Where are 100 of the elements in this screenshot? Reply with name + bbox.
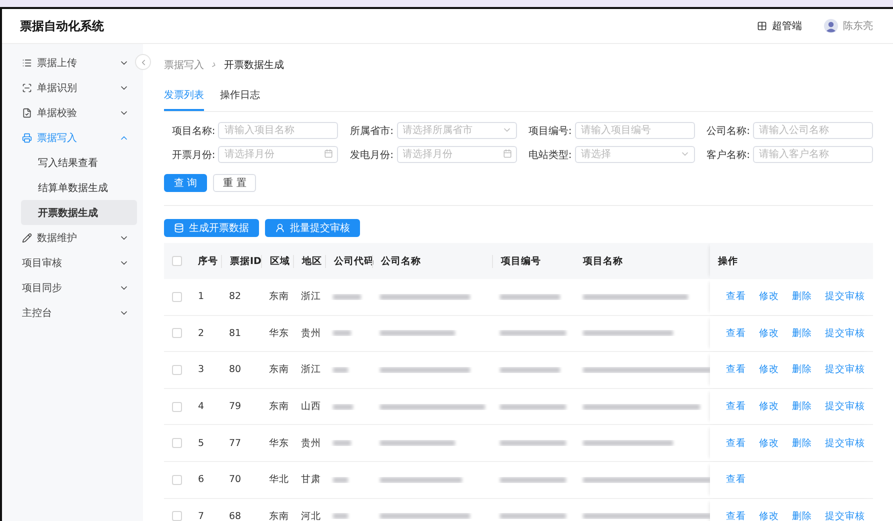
calendar-icon [502, 149, 512, 158]
collapse-icon[interactable] [135, 54, 151, 70]
sidebar-item[interactable]: 数据维护 [2, 225, 143, 250]
field-label: 项目编号: [528, 124, 572, 138]
action-link[interactable]: 提交审核 [825, 326, 865, 340]
select-field[interactable]: 请选择 [574, 146, 695, 163]
table-cell-text: 82 [228, 291, 242, 302]
column-header: 项目编号 [492, 254, 575, 268]
blurred-text [333, 366, 348, 373]
action-link[interactable]: 查看 [726, 473, 746, 486]
blurred-text [500, 404, 566, 410]
submit-button[interactable]: 批量提交审核 [265, 219, 360, 237]
column-header: 区域 [261, 254, 293, 268]
checkbox[interactable] [172, 256, 182, 266]
action-link[interactable]: 查看 [726, 363, 746, 376]
table-cell-text: 山西 [300, 400, 322, 414]
blurred-text [500, 366, 560, 373]
user-name: 陈东亮 [843, 20, 873, 33]
tab[interactable]: 发票列表 [164, 88, 204, 111]
checkbox[interactable] [172, 511, 182, 521]
sidebar-subitem[interactable]: 结算单数据生成 [21, 175, 137, 200]
table-cell-text: 贵州 [300, 436, 322, 450]
table-cell-text: 浙江 [300, 290, 322, 304]
action-link[interactable]: 修改 [759, 290, 779, 304]
action-link[interactable]: 删除 [792, 326, 812, 340]
action-link[interactable]: 提交审核 [825, 400, 865, 414]
action-link[interactable]: 删除 [792, 510, 812, 521]
table-cell-text: 东南 [268, 363, 290, 376]
action-link[interactable]: 删除 [792, 436, 812, 450]
blurred-text [500, 294, 560, 300]
table-cell-text: 华东 [268, 436, 290, 450]
table-cell-text: 河北 [300, 510, 322, 521]
action-link[interactable]: 查看 [726, 510, 746, 521]
role-label[interactable]: 超管端 [772, 19, 802, 33]
sidebar-subitem[interactable]: 开票数据生成 [21, 200, 137, 225]
sidebar-item[interactable]: 单据校验 [2, 100, 143, 125]
input-field[interactable]: 请输入项目编号 [574, 122, 695, 139]
sidebar-item[interactable]: 项目审核 [2, 250, 143, 275]
action-link[interactable]: 修改 [759, 326, 779, 340]
table-cell-text: 68 [228, 510, 242, 521]
field-label: 公司名称: [706, 124, 750, 138]
column-header: 地区 [293, 254, 325, 268]
input-field[interactable]: 请输入公司名称 [753, 122, 873, 139]
column-header: 操作 [716, 254, 738, 268]
action-link[interactable]: 查看 [726, 326, 746, 340]
action-link[interactable]: 查看 [726, 290, 746, 304]
query-button[interactable]: 查 询 [164, 174, 208, 192]
action-link[interactable]: 修改 [759, 510, 779, 521]
breadcrumb-item: 开票数据生成 [224, 58, 284, 72]
table-cell-text: 贵州 [300, 326, 322, 340]
sidebar-subitem[interactable]: 写入结果查看 [21, 150, 137, 175]
action-link[interactable]: 提交审核 [825, 510, 865, 521]
table-cell-text: 1 [197, 291, 206, 302]
checkbox[interactable] [172, 402, 182, 412]
action-link[interactable]: 提交审核 [825, 363, 865, 376]
action-link[interactable]: 查看 [726, 436, 746, 450]
blurred-text [500, 513, 566, 520]
sidebar-item[interactable]: 单据识别 [2, 75, 143, 100]
action-link[interactable]: 修改 [759, 436, 779, 450]
action-link[interactable]: 查看 [726, 400, 746, 414]
action-link[interactable]: 删除 [792, 363, 812, 376]
checkbox[interactable] [172, 364, 182, 375]
column-header: 序号 [197, 254, 219, 268]
blurred-text [500, 440, 566, 446]
checkbox[interactable] [172, 474, 182, 485]
column-header: 票据ID [221, 254, 261, 268]
action-link[interactable]: 提交审核 [825, 290, 865, 304]
action-link[interactable]: 修改 [759, 363, 779, 376]
breadcrumb-item[interactable]: 票据写入 [164, 58, 204, 72]
table-cell-text: 4 [197, 401, 206, 412]
table-cell-text: 70 [228, 474, 242, 486]
action-link[interactable]: 删除 [792, 290, 812, 304]
app-title: 票据自动化系统 [20, 18, 104, 34]
action-link[interactable]: 删除 [792, 400, 812, 414]
action-link[interactable]: 提交审核 [825, 436, 865, 450]
field-label: 电站类型: [528, 148, 572, 162]
avatar-icon[interactable] [824, 19, 838, 33]
input-field[interactable]: 请输入客户名称 [753, 146, 873, 163]
table-cell-text: 东南 [268, 290, 290, 304]
checkbox[interactable] [172, 328, 182, 338]
sidebar-item[interactable]: 项目同步 [2, 275, 143, 300]
column-header: 公司名称 [372, 254, 492, 268]
select-field[interactable]: 请选择所属省市 [396, 122, 516, 139]
date-picker[interactable]: 请选择月份 [396, 146, 516, 163]
reset-button[interactable]: 重 置 [213, 174, 256, 192]
checkbox[interactable] [172, 292, 182, 302]
database-icon [174, 223, 184, 233]
table-cell-text: 80 [228, 364, 242, 376]
action-link[interactable]: 修改 [759, 400, 779, 414]
date-picker[interactable]: 请选择月份 [218, 146, 338, 163]
blurred-text [500, 476, 566, 483]
tab[interactable]: 操作日志 [220, 88, 260, 111]
sidebar-item[interactable]: 主控台 [2, 300, 143, 325]
table-cell-text: 浙江 [300, 363, 322, 376]
blurred-text [333, 440, 351, 446]
generate-button[interactable]: 生成开票数据 [164, 219, 259, 237]
table-cell-text: 77 [228, 438, 242, 449]
checkbox[interactable] [172, 438, 182, 448]
sidebar-item[interactable]: 票据写入 [2, 125, 143, 150]
input-field[interactable]: 请输入项目名称 [218, 122, 338, 139]
